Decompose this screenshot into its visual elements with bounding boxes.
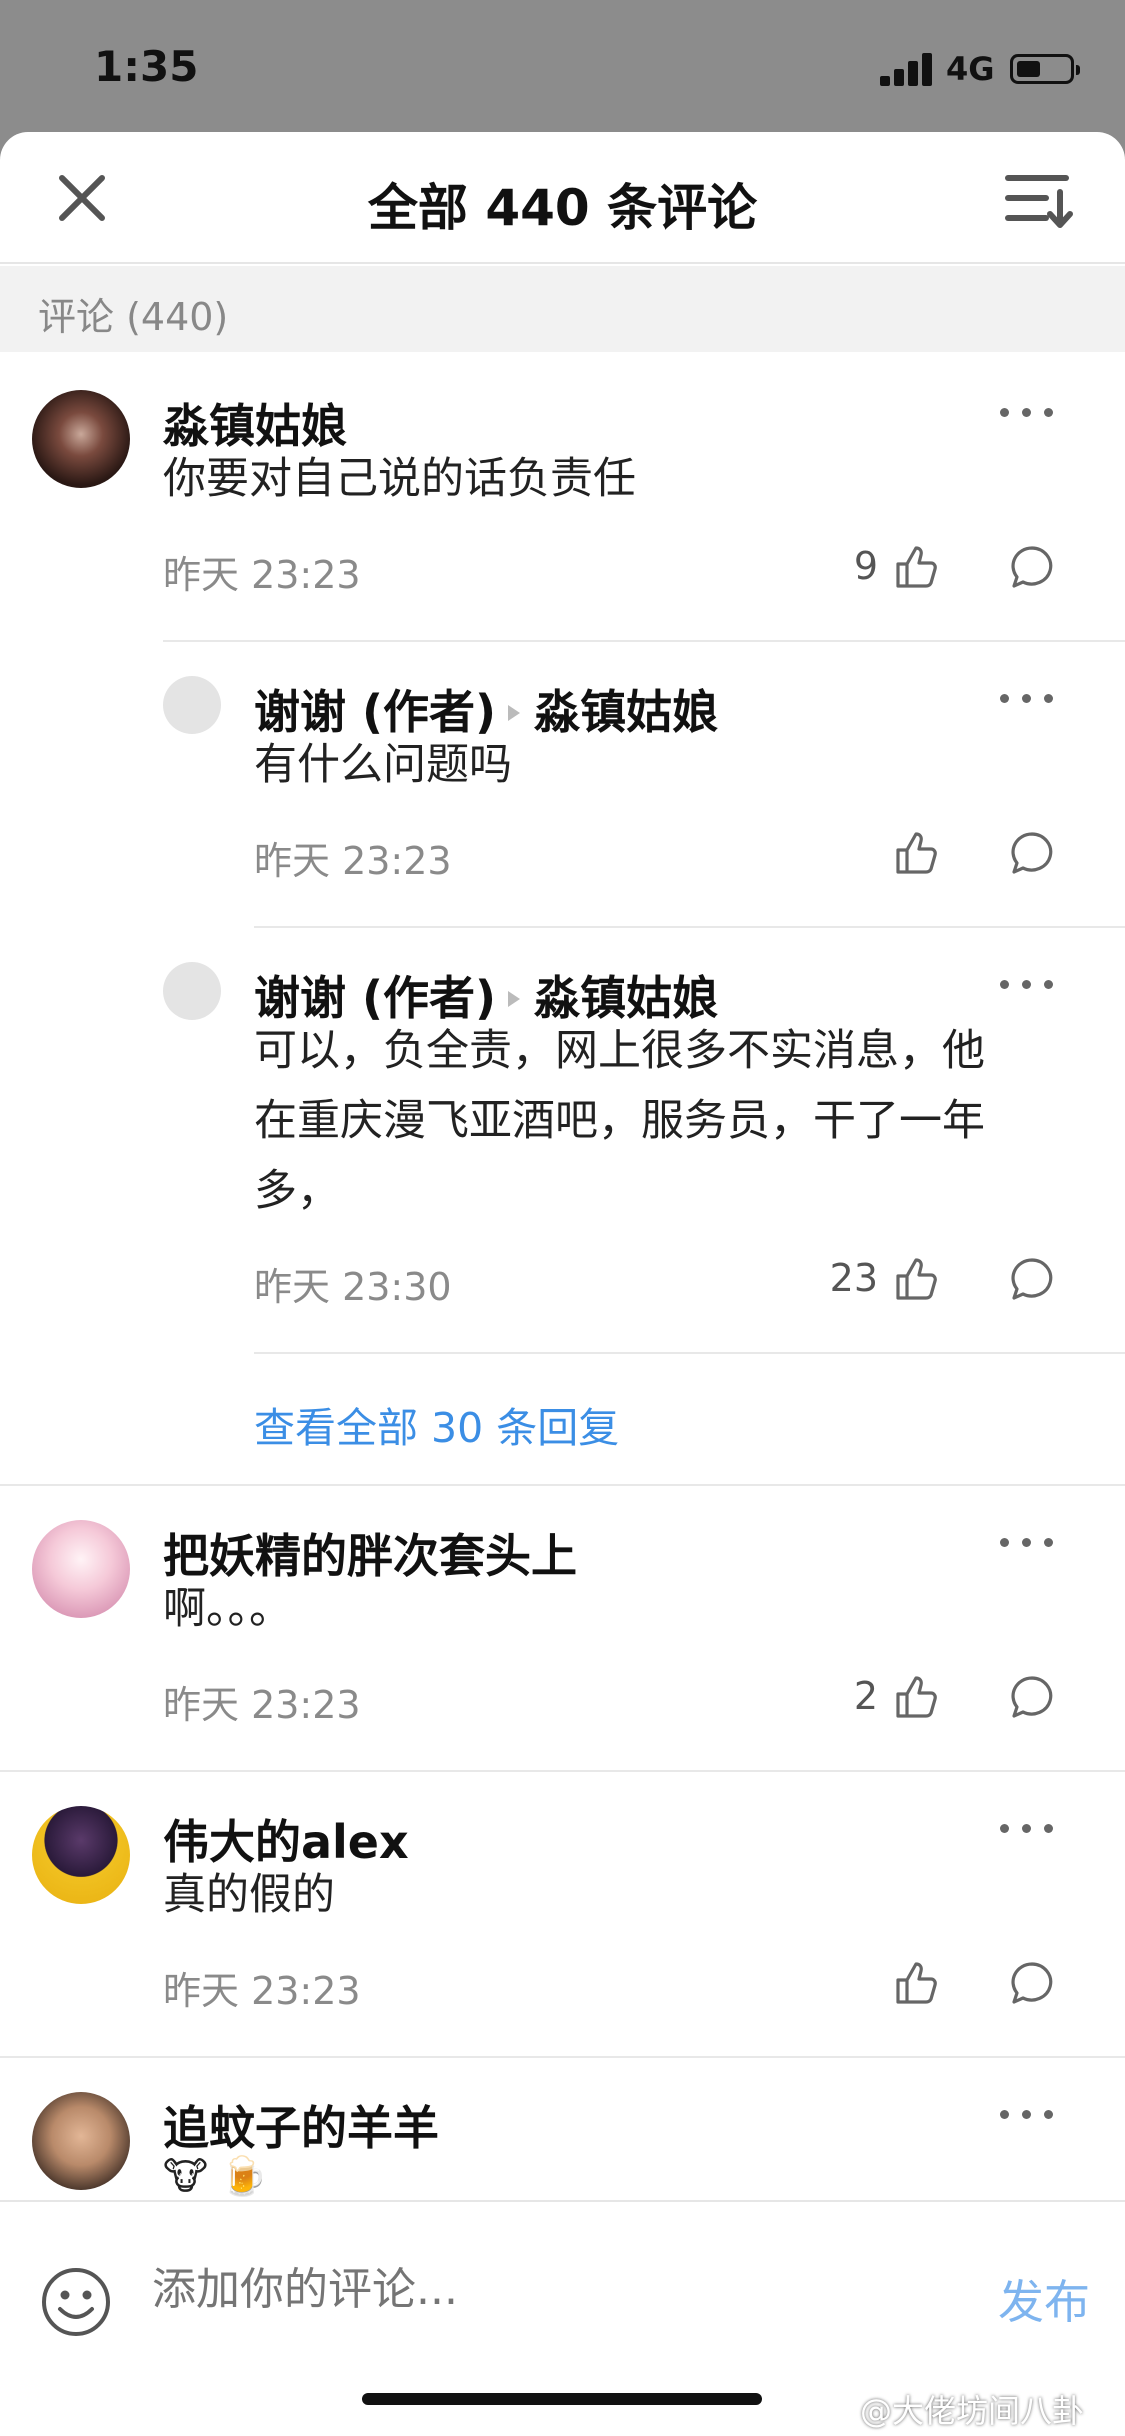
comment-text: 🐮 🍺 <box>163 2154 268 2198</box>
more-icon[interactable] <box>1000 1532 1060 1552</box>
avatar[interactable] <box>163 676 221 734</box>
publish-button[interactable]: 发布 <box>998 2266 1090 2332</box>
divider <box>0 1770 1125 1772</box>
comment-text: 真的假的 <box>163 1870 335 1920</box>
comment-time: 昨天 23:23 <box>163 1969 361 2013</box>
section-header: 评论 (440) <box>0 266 1125 352</box>
reply-icon[interactable] <box>1007 828 1057 878</box>
more-icon[interactable] <box>1000 2104 1060 2124</box>
more-icon[interactable] <box>1000 974 1060 994</box>
sort-icon[interactable] <box>1004 168 1076 232</box>
reply-icon[interactable] <box>1007 1672 1057 1722</box>
reply-text-line: 在重庆漫飞亚酒吧，服务员，干了一年 <box>254 1096 985 1146</box>
divider <box>163 640 1125 642</box>
comments-sheet: 全部 440 条评论 评论 (440) 淼镇姑娘 你要对自己说的话负责任 昨天 … <box>0 132 1125 2436</box>
avatar[interactable] <box>32 1520 130 1618</box>
avatar[interactable] <box>163 962 221 1020</box>
thumbs-up-icon[interactable] <box>892 1958 942 2008</box>
thumbs-up-icon[interactable] <box>892 1672 942 1722</box>
more-icon[interactable] <box>1000 1818 1060 1838</box>
reply-icon[interactable] <box>1007 542 1057 592</box>
comment-count-label: 评论 (440) <box>38 295 229 339</box>
like-count: 2 <box>853 1674 878 1718</box>
reply-target[interactable]: 淼镇姑娘 <box>534 685 718 739</box>
reply-arrow-icon <box>508 990 521 1007</box>
battery-icon <box>1010 54 1080 84</box>
divider <box>254 1352 1125 1354</box>
reply-time: 昨天 23:30 <box>254 1265 452 1309</box>
watermark: @大佬坊间八卦 <box>860 2392 1085 2430</box>
status-bar: 1:35 4G <box>0 0 1125 132</box>
reply-icon[interactable] <box>1007 1254 1057 1304</box>
divider <box>0 1484 1125 1486</box>
more-icon[interactable] <box>1000 688 1060 708</box>
comment-input[interactable] <box>152 2264 952 2315</box>
thumbs-up-icon[interactable] <box>892 1254 942 1304</box>
divider <box>0 2056 1125 2058</box>
reply-time: 昨天 23:23 <box>254 839 452 883</box>
reply-text-line: 多， <box>254 1166 340 1216</box>
thumbs-up-icon[interactable] <box>892 828 942 878</box>
like-count: 23 <box>829 1256 878 1300</box>
view-all-replies-link[interactable]: 查看全部 30 条回复 <box>254 1394 619 1454</box>
like-count: 9 <box>853 544 878 588</box>
page-title: 全部 440 条评论 <box>367 179 758 237</box>
avatar[interactable] <box>32 390 130 488</box>
reply-text-line: 可以，负全责，网上很多不实消息，他 <box>254 1026 985 1076</box>
comment-username[interactable]: 追蚊子的羊羊 <box>163 2092 439 2158</box>
comment-time: 昨天 23:23 <box>163 1683 361 1727</box>
comment-text: 啊。。。 <box>163 1584 292 1634</box>
emoji-icon[interactable] <box>40 2266 112 2338</box>
sheet-header: 全部 440 条评论 <box>0 132 1125 264</box>
network-type: 4G <box>946 50 995 88</box>
comment-text: 你要对自己说的话负责任 <box>163 454 636 504</box>
avatar[interactable] <box>32 2092 130 2190</box>
reply-icon[interactable] <box>1007 1958 1057 2008</box>
comment-time: 昨天 23:23 <box>163 553 361 597</box>
divider <box>254 926 1125 928</box>
status-time: 1:35 <box>94 42 199 91</box>
avatar[interactable] <box>32 1806 130 1904</box>
home-indicator[interactable] <box>362 2393 762 2405</box>
more-icon[interactable] <box>1000 402 1060 422</box>
reply-text: 有什么问题吗 <box>254 740 512 790</box>
reply-arrow-icon <box>508 704 521 721</box>
signal-icon <box>880 52 940 86</box>
thumbs-up-icon[interactable] <box>892 542 942 592</box>
